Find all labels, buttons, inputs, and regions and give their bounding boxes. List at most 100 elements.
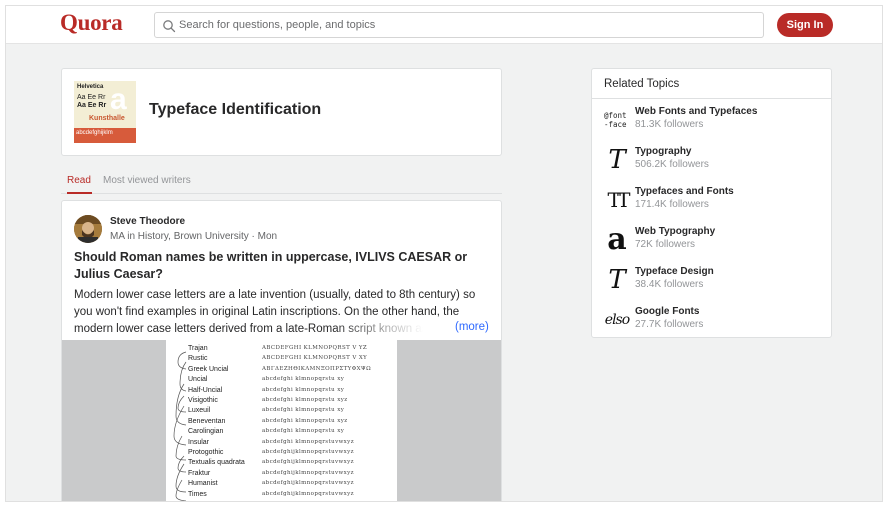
- related-topics-card: Related Topics @font-face Web Fonts and …: [591, 68, 832, 338]
- script-sample: ΑΒΓΔΕΖΗΘΙΚΛΜΝΞΟΠΡΣΤΥΦΧΨΩ: [262, 365, 372, 372]
- tab-read[interactable]: Read: [67, 175, 91, 186]
- related-topic-web-fonts[interactable]: @font-face Web Fonts and Typefaces 81.3K…: [604, 105, 824, 139]
- script-name: Times: [188, 490, 207, 498]
- script-name: Luxeuil: [188, 407, 211, 415]
- script-name: Trajan: [188, 345, 208, 352]
- text-fade: [332, 321, 462, 338]
- topic-thumbnail: Helvetica Aa Ee Rr Aa Ee Rr a Kunsthalle…: [74, 81, 136, 143]
- tab-most-viewed-writers[interactable]: Most viewed writers: [103, 175, 191, 186]
- script-row: Visigothic abcdefghi klmnopqrstu xyz: [166, 397, 397, 407]
- script-name: Insular: [188, 438, 210, 446]
- related-topic-followers: 506.2K followers: [635, 159, 709, 170]
- script-sample: abcdefghijklmnopqrstuvwxyz: [262, 469, 354, 476]
- script-name: Visigothic: [188, 397, 218, 404]
- thumbnail-letter: a: [110, 83, 127, 116]
- script-row: Fraktur abcdefghijklmnopqrstuvwxyz: [166, 470, 397, 480]
- script-row: Carolingian abcdefghi klmnopqrstu xy: [166, 428, 397, 438]
- script-row: Times abcdefghijklmnopqrstuvwxyz: [166, 491, 397, 501]
- related-topic-name: Web Typography: [635, 226, 716, 237]
- related-topic-name: Typography: [635, 146, 692, 157]
- script-sample: abcdefghi klmnopqrstu xy: [262, 407, 345, 414]
- related-topic-followers: 38.4K followers: [635, 279, 704, 290]
- author-name[interactable]: Steve Theodore: [110, 216, 185, 227]
- script-sample: abcdefghi klmnopqrstu xyz: [262, 397, 348, 403]
- typeface-design-icon: T: [608, 265, 626, 295]
- thumbnail-text: Aa Ee Rr: [77, 94, 106, 101]
- thumbnail-text: abcdefghijklm: [74, 128, 136, 143]
- script-evolution-chart: Trajan ABCDEFGHI KLMNOPQRST V YZ Rustic ABC…: [166, 340, 397, 501]
- sign-in-button[interactable]: Sign In: [777, 13, 833, 37]
- related-topic-name: Typefaces and Fonts: [635, 186, 734, 197]
- webfont-icon: @font-face: [604, 111, 627, 129]
- related-topic-followers: 72K followers: [635, 239, 696, 250]
- script-sample: abcdefghijklmnopqrstuvwxyz: [262, 459, 354, 466]
- answer-image[interactable]: Trajan ABCDEFGHI KLMNOPQRST V YZ Rustic ABC…: [62, 340, 501, 501]
- script-name: Half-Uncial: [188, 386, 223, 394]
- script-sample: abcdefghi klmnopqrstu xy: [262, 376, 345, 383]
- script-sample: abcdefghi klmnopqrstuvwxyz: [262, 438, 354, 445]
- typography-icon: T: [608, 145, 626, 175]
- related-topics-heading: Related Topics: [604, 78, 680, 90]
- script-name: Protogothic: [188, 449, 224, 456]
- divider: [592, 98, 831, 99]
- script-name: Greek Uncial: [188, 365, 229, 373]
- script-sample: abcdefghijklmnopqrstuvwxyz: [262, 490, 354, 497]
- related-topic-typefaces-and-fonts[interactable]: TT Typefaces and Fonts 171.4K followers: [604, 185, 824, 219]
- avatar[interactable]: [74, 215, 102, 243]
- related-topic-followers: 81.3K followers: [635, 119, 704, 130]
- related-topic-google-fonts[interactable]: elso Google Fonts 27.7K followers: [604, 305, 824, 339]
- more-link[interactable]: (more): [453, 321, 489, 333]
- script-sample: abcdefghijklmnopqrstuvwxyz: [262, 449, 354, 455]
- script-sample: abcdefghijklmnopqrstuvwxyz: [262, 480, 354, 487]
- script-row: Rustic ABCDEFGHI KLMNOPQRST V XY: [166, 355, 397, 365]
- script-name: Fraktur: [188, 469, 211, 477]
- question-title[interactable]: Should Roman names be written in upperca…: [74, 249, 484, 283]
- web-typography-icon: a: [607, 222, 627, 257]
- script-sample: abcdefghi klmnopqrstu xyz: [262, 417, 348, 424]
- avatar-image: [74, 215, 102, 243]
- script-sample: ABCDEFGHI KLMNOPQRST V XY: [262, 355, 368, 362]
- related-topic-followers: 171.4K followers: [635, 199, 709, 210]
- related-topic-name: Typeface Design: [635, 266, 714, 277]
- script-row: Humanist abcdefghijklmnopqrstuvwxyz: [166, 480, 397, 490]
- answer-card: Steve Theodore MA in History, Brown Univ…: [61, 200, 502, 501]
- thumbnail-text: Kunsthalle: [89, 115, 125, 122]
- related-topic-name: Google Fonts: [635, 306, 700, 317]
- related-topic-typography[interactable]: T Typography 506.2K followers: [604, 145, 824, 179]
- quora-logo[interactable]: Quora: [60, 10, 123, 36]
- active-tab-indicator: [67, 192, 92, 194]
- topic-header-card: Helvetica Aa Ee Rr Aa Ee Rr a Kunsthalle…: [61, 68, 502, 156]
- thumbnail-text: Aa Ee Rr: [77, 102, 107, 109]
- script-row: Beneventan abcdefghi klmnopqrstu xyz: [166, 418, 397, 428]
- search-input[interactable]: [179, 16, 749, 34]
- script-sample: abcdefghi klmnopqrstu xy: [262, 428, 345, 435]
- script-name: Carolingian: [188, 428, 224, 436]
- page-frame: Quora Sign In Helvetica Aa Ee Rr Aa Ee R…: [5, 5, 883, 502]
- script-sample: ABCDEFGHI KLMNOPQRST V YZ: [262, 345, 368, 351]
- typefaces-icon: TT: [607, 188, 630, 212]
- related-topic-web-typography[interactable]: a Web Typography 72K followers: [604, 225, 824, 259]
- script-name: Beneventan: [188, 417, 226, 425]
- related-topic-followers: 27.7K followers: [635, 319, 704, 330]
- script-name: Humanist: [188, 480, 218, 488]
- search-box[interactable]: [154, 12, 764, 38]
- top-bar: Quora Sign In: [6, 6, 882, 44]
- script-row: Protogothic abcdefghijklmnopqrstuvwxyz: [166, 449, 397, 459]
- author-credentials: MA in History, Brown University · Mon: [110, 231, 278, 242]
- script-row: Trajan ABCDEFGHI KLMNOPQRST V YZ: [166, 345, 397, 355]
- topic-title: Typeface Identification: [149, 101, 322, 118]
- script-row: Luxeuil abcdefghi klmnopqrstu xy: [166, 407, 397, 417]
- script-name: Textualis quadrata: [188, 459, 245, 467]
- script-row: Greek Uncial ΑΒΓΔΕΖΗΘΙΚΛΜΝΞΟΠΡΣΤΥΦΧΨΩ: [166, 366, 397, 376]
- script-row: Half-Uncial abcdefghi klmnopqrstu xy: [166, 387, 397, 397]
- related-topic-name: Web Fonts and Typefaces: [635, 106, 758, 117]
- topic-tabs: Read Most viewed writers: [61, 170, 502, 194]
- script-row: Uncial abcdefghi klmnopqrstu xy: [166, 376, 397, 386]
- script-row: Textualis quadrata abcdefghijklmnopqrstuv…: [166, 459, 397, 469]
- script-name: Uncial: [188, 376, 208, 384]
- script-name: Rustic: [188, 355, 208, 363]
- script-sample: abcdefghi klmnopqrstu xy: [262, 386, 345, 393]
- script-row: Insular abcdefghi klmnopqrstuvwxyz: [166, 439, 397, 449]
- related-topic-typeface-design[interactable]: T Typeface Design 38.4K followers: [604, 265, 824, 299]
- thumbnail-text: Helvetica: [77, 84, 104, 90]
